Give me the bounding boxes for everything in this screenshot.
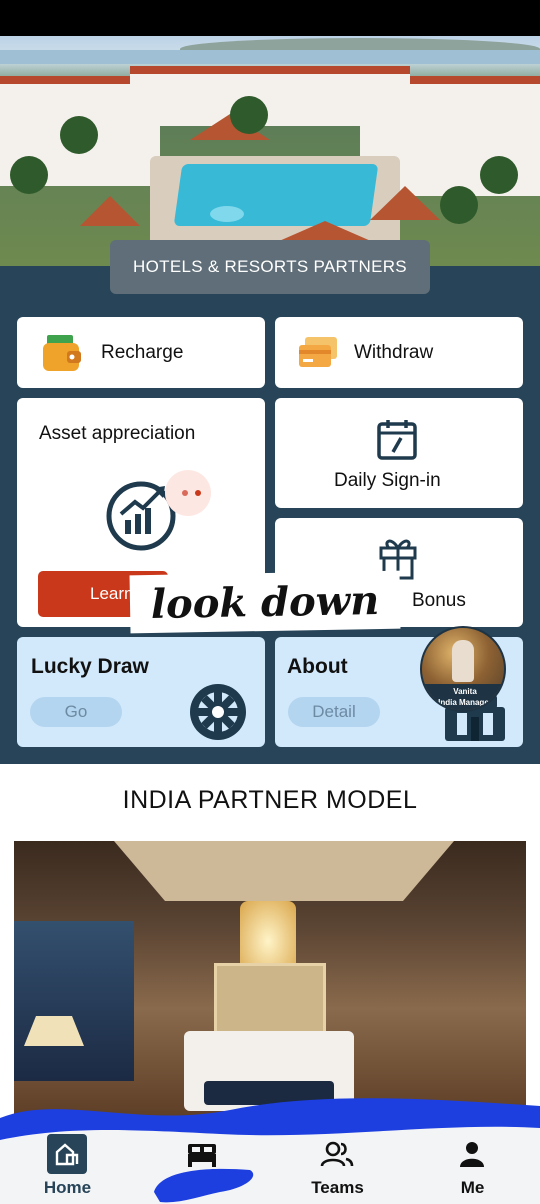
withdraw-button[interactable]: Withdraw: [275, 317, 523, 388]
about-title: About: [287, 655, 348, 678]
tab-teams-label: Teams: [311, 1178, 364, 1197]
wheel-icon: [187, 681, 249, 748]
recharge-button[interactable]: Recharge: [17, 317, 265, 388]
lucky-draw-card[interactable]: Lucky Draw Go: [17, 637, 265, 747]
calendar-icon: [375, 418, 419, 467]
manager-photo: [452, 640, 474, 682]
manager-name: Vanita: [453, 687, 477, 696]
wallet-icon: [41, 333, 83, 378]
hero-resort-image: [0, 36, 540, 266]
lucky-draw-go-button[interactable]: Go: [30, 697, 122, 727]
manager-avatar[interactable]: Vanita India Manager: [420, 626, 506, 712]
daily-signin-label: Daily Sign-in: [334, 470, 441, 491]
look-down-sticker: look down: [129, 570, 401, 634]
hotel-room-image: [14, 841, 526, 1121]
blue-scribble: [0, 1098, 540, 1140]
lucky-draw-title: Lucky Draw: [31, 655, 149, 678]
daily-signin-card[interactable]: Daily Sign-in: [275, 398, 523, 508]
cards-icon: [297, 335, 339, 376]
tab-home-label: Home: [43, 1178, 92, 1197]
recharge-label: Recharge: [101, 342, 184, 363]
bonus-label: Bonus: [412, 590, 466, 611]
banner-title: HOTELS & RESORTS PARTNERS: [110, 240, 430, 294]
blue-scribble-tab: [154, 1168, 254, 1203]
status-bar: [0, 0, 540, 36]
chat-bubble-icon: [165, 470, 211, 516]
section-title: INDIA PARTNER MODEL: [122, 786, 418, 814]
about-detail-button[interactable]: Detail: [288, 697, 380, 727]
asset-appreciation-label: Asset appreciation: [39, 423, 196, 444]
manager-role: India Manager: [438, 698, 492, 707]
withdraw-label: Withdraw: [354, 342, 434, 363]
tab-me-label: Me: [460, 1178, 485, 1197]
manager-caption: Vanita India Manager: [422, 684, 504, 710]
